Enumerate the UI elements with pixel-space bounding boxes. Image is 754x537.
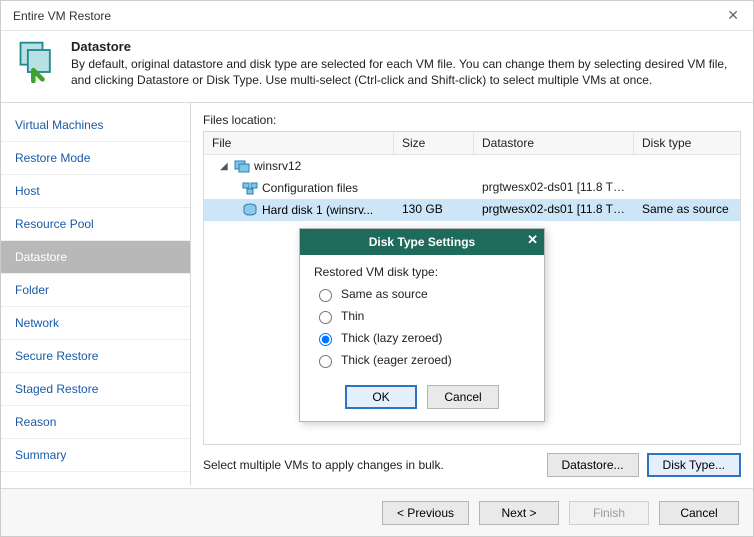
sidebar-item-restore-mode[interactable]: Restore Mode	[1, 142, 190, 175]
datastore-button[interactable]: Datastore...	[547, 453, 639, 477]
radio-input[interactable]	[319, 355, 332, 368]
file-name: Hard disk 1 (winsrv...	[262, 203, 373, 217]
col-disktype[interactable]: Disk type	[634, 132, 741, 155]
datastore-icon	[15, 39, 59, 83]
wizard-header: Datastore By default, original datastore…	[1, 31, 753, 103]
disk-type-option[interactable]: Thin	[314, 305, 530, 327]
dialog-close-icon[interactable]: ✕	[527, 232, 538, 248]
sidebar-item-virtual-machines[interactable]: Virtual Machines	[1, 109, 190, 142]
table-header: File Size Datastore Disk type	[204, 132, 740, 155]
sidebar-item-reason[interactable]: Reason	[1, 406, 190, 439]
cell-datastore: prgtwesx02-ds01 [11.8 TB...	[474, 177, 634, 199]
radio-label: Thick (lazy zeroed)	[341, 331, 442, 345]
radio-label: Thin	[341, 309, 364, 323]
page-title: Datastore	[71, 39, 739, 54]
sidebar-item-staged-restore[interactable]: Staged Restore	[1, 373, 190, 406]
bulk-hint: Select multiple VMs to apply changes in …	[203, 458, 444, 472]
cancel-button[interactable]: Cancel	[659, 501, 739, 525]
radio-label: Same as source	[341, 287, 428, 301]
col-datastore[interactable]: Datastore	[474, 132, 634, 155]
disk-type-option[interactable]: Thick (lazy zeroed)	[314, 327, 530, 349]
cell-disktype	[634, 177, 741, 199]
file-name: Configuration files	[262, 181, 358, 195]
disk-type-settings-dialog: Disk Type Settings ✕ Restored VM disk ty…	[299, 228, 545, 422]
disk-type-button[interactable]: Disk Type...	[647, 453, 741, 477]
dialog-title: Disk Type Settings	[369, 235, 475, 249]
sidebar-item-summary[interactable]: Summary	[1, 439, 190, 472]
col-file[interactable]: File	[204, 132, 394, 155]
page-description: By default, original datastore and disk …	[71, 56, 739, 88]
dialog-titlebar: Disk Type Settings ✕	[300, 229, 544, 255]
titlebar: Entire VM Restore ✕	[1, 1, 753, 31]
sidebar-item-datastore[interactable]: Datastore	[1, 241, 190, 274]
window-title: Entire VM Restore	[13, 9, 111, 23]
table-row[interactable]: Configuration files prgtwesx02-ds01 [11.8…	[204, 177, 740, 199]
sidebar-item-folder[interactable]: Folder	[1, 274, 190, 307]
file-name: winsrv12	[254, 159, 301, 173]
cell-disktype	[634, 155, 741, 177]
col-size[interactable]: Size	[394, 132, 474, 155]
finish-button: Finish	[569, 501, 649, 525]
sidebar-item-host[interactable]: Host	[1, 175, 190, 208]
sidebar-item-resource-pool[interactable]: Resource Pool	[1, 208, 190, 241]
cell-size	[394, 155, 474, 177]
cell-size: 130 GB	[394, 199, 474, 221]
cell-datastore: prgtwesx02-ds01 [11.8 TB...	[474, 199, 634, 221]
table-row[interactable]: ◢ winsrv12	[204, 155, 740, 177]
radio-label: Thick (eager zeroed)	[341, 353, 452, 367]
disk-type-option[interactable]: Same as source	[314, 283, 530, 305]
radio-input[interactable]	[319, 289, 332, 302]
cell-datastore	[474, 155, 634, 177]
disk-type-option[interactable]: Thick (eager zeroed)	[314, 349, 530, 371]
sidebar-item-secure-restore[interactable]: Secure Restore	[1, 340, 190, 373]
cell-disktype: Same as source	[634, 199, 741, 221]
restored-disk-type-label: Restored VM disk type:	[314, 265, 530, 279]
wizard-footer: < Previous Next > Finish Cancel	[1, 488, 753, 536]
cell-size	[394, 177, 474, 199]
files-location-label: Files location:	[203, 113, 741, 127]
sidebar-item-network[interactable]: Network	[1, 307, 190, 340]
disk-type-radio-group: Same as source Thin Thick (lazy zeroed) Thi…	[314, 283, 530, 371]
next-button[interactable]: Next >	[479, 501, 559, 525]
table-row[interactable]: Hard disk 1 (winsrv... 130 GBprgtwesx02-d…	[204, 199, 740, 221]
expand-icon[interactable]: ◢	[220, 161, 230, 172]
dialog-cancel-button[interactable]: Cancel	[427, 385, 499, 409]
previous-button[interactable]: < Previous	[382, 501, 469, 525]
close-icon[interactable]: ✕	[723, 7, 743, 24]
wizard-sidebar: Virtual MachinesRestore ModeHostResource…	[1, 103, 191, 485]
radio-input[interactable]	[319, 311, 332, 324]
dialog-ok-button[interactable]: OK	[345, 385, 417, 409]
radio-input[interactable]	[319, 333, 332, 346]
